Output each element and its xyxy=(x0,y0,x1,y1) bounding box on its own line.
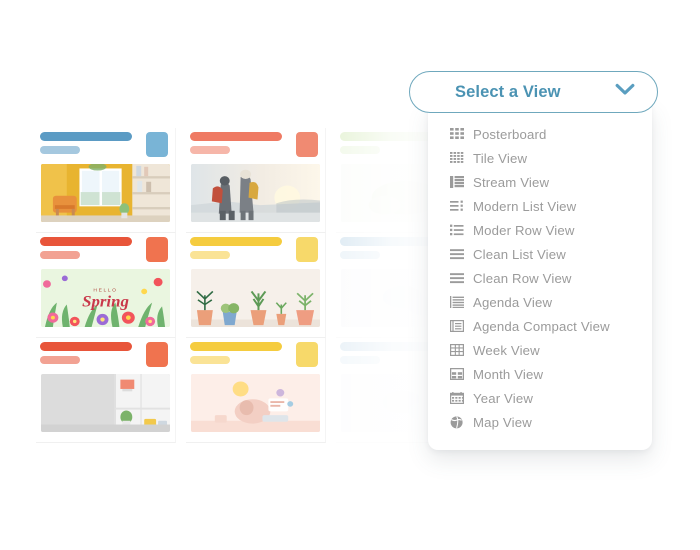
view-option-label: Moder Row View xyxy=(473,222,575,238)
card-subtitle-bar xyxy=(40,251,80,259)
card-thumbnail[interactable]: HELLO Spring xyxy=(41,269,170,327)
view-option-map-view[interactable]: Map View xyxy=(428,410,652,434)
chevron-down-icon xyxy=(615,83,635,101)
view-option-tile-view[interactable]: Tile View xyxy=(428,146,652,170)
view-option-moder-row-view[interactable]: Moder Row View xyxy=(428,218,652,242)
modern-list-icon xyxy=(450,199,464,213)
card-thumbnail[interactable] xyxy=(191,164,320,222)
card-subtitle-bar xyxy=(190,251,230,259)
view-option-agenda-view[interactable]: Agenda View xyxy=(428,290,652,314)
view-option-label: Month View xyxy=(473,366,544,382)
card-subtitle-bar xyxy=(340,146,380,154)
view-option-month-view[interactable]: Month View xyxy=(428,362,652,386)
grid-small-icon xyxy=(450,151,464,165)
view-option-label: Clean List View xyxy=(473,246,566,262)
card-badge[interactable] xyxy=(146,132,168,157)
content-card[interactable]: HELLO Spring xyxy=(36,233,176,338)
card-header xyxy=(36,338,175,370)
card-title-bar xyxy=(190,342,282,351)
card-subtitle-bar xyxy=(40,146,80,154)
card-subtitle-bar xyxy=(190,146,230,154)
lines-icon xyxy=(450,271,464,285)
card-badge[interactable] xyxy=(296,342,318,367)
card-subtitle-bar xyxy=(340,356,380,364)
view-option-clean-row-view[interactable]: Clean Row View xyxy=(428,266,652,290)
card-title-bar xyxy=(40,342,132,351)
card-badge[interactable] xyxy=(146,237,168,262)
card-badge[interactable] xyxy=(146,342,168,367)
select-a-view-button[interactable]: Select a View xyxy=(409,71,658,113)
card-title-bar xyxy=(40,132,132,141)
content-card[interactable] xyxy=(36,128,176,233)
card-thumbnail[interactable] xyxy=(41,164,170,222)
card-title-bar xyxy=(190,132,282,141)
content-card[interactable] xyxy=(186,128,326,233)
table-week-icon xyxy=(450,343,464,357)
content-card[interactable] xyxy=(186,338,326,443)
card-header xyxy=(186,128,325,160)
card-badge[interactable] xyxy=(296,132,318,157)
select-a-view-label: Select a View xyxy=(455,82,561,101)
view-option-label: Stream View xyxy=(473,174,550,190)
calendar-icon xyxy=(450,391,464,405)
view-option-label: Map View xyxy=(473,414,532,430)
card-title-bar xyxy=(340,237,432,246)
card-title-bar xyxy=(190,237,282,246)
content-card[interactable] xyxy=(186,233,326,338)
grid-large-icon xyxy=(450,127,464,141)
view-option-clean-list-view[interactable]: Clean List View xyxy=(428,242,652,266)
card-thumbnail[interactable] xyxy=(191,269,320,327)
globe-icon xyxy=(450,415,464,429)
agenda-compact-icon xyxy=(450,319,464,333)
view-option-label: Agenda Compact View xyxy=(473,318,610,334)
card-header xyxy=(36,233,175,265)
card-header xyxy=(36,128,175,160)
card-thumbnail[interactable] xyxy=(41,374,170,432)
stream-list-icon xyxy=(450,175,464,189)
view-option-label: Agenda View xyxy=(473,294,553,310)
svg-text:Spring: Spring xyxy=(82,292,129,310)
card-badge[interactable] xyxy=(296,237,318,262)
card-header xyxy=(186,233,325,265)
view-option-posterboard[interactable]: Posterboard xyxy=(428,122,652,146)
card-thumbnail[interactable] xyxy=(191,374,320,432)
bullet-list-icon xyxy=(450,223,464,237)
view-option-year-view[interactable]: Year View xyxy=(428,386,652,410)
view-dropdown-menu[interactable]: Posterboard Tile View Stream View Modern Li… xyxy=(428,104,652,450)
view-option-modern-list-view[interactable]: Modern List View xyxy=(428,194,652,218)
content-card[interactable] xyxy=(36,338,176,443)
view-option-agenda-compact-view[interactable]: Agenda Compact View xyxy=(428,314,652,338)
card-subtitle-bar xyxy=(40,356,80,364)
view-option-label: Posterboard xyxy=(473,126,547,142)
view-option-week-view[interactable]: Week View xyxy=(428,338,652,362)
view-option-label: Modern List View xyxy=(473,198,577,214)
agenda-icon xyxy=(450,295,464,309)
view-option-stream-view[interactable]: Stream View xyxy=(428,170,652,194)
view-option-label: Year View xyxy=(473,390,534,406)
view-option-label: Week View xyxy=(473,342,540,358)
card-title-bar xyxy=(340,132,432,141)
card-header xyxy=(186,338,325,370)
card-title-bar xyxy=(340,342,432,351)
card-subtitle-bar xyxy=(190,356,230,364)
card-title-bar xyxy=(40,237,132,246)
view-option-label: Clean Row View xyxy=(473,270,572,286)
lines-icon xyxy=(450,247,464,261)
card-grid: HELLO Spring xyxy=(36,128,476,443)
table-month-icon xyxy=(450,367,464,381)
card-subtitle-bar xyxy=(340,251,380,259)
view-option-label: Tile View xyxy=(473,150,528,166)
